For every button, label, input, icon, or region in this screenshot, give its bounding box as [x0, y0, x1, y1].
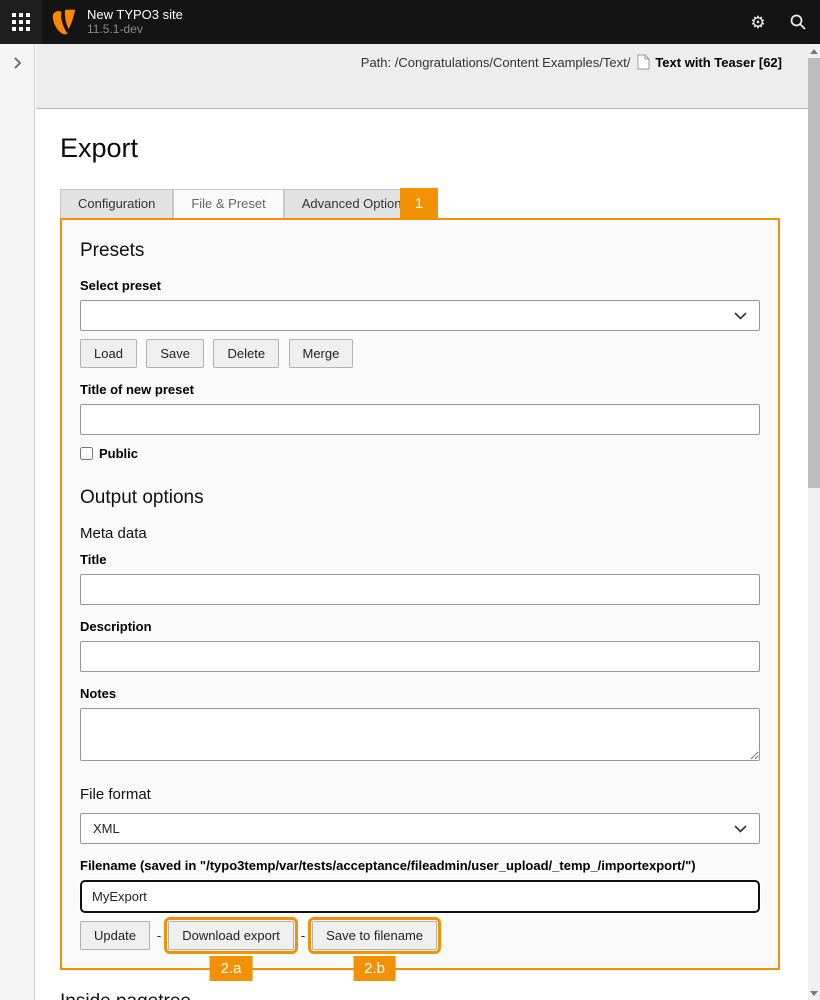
preset-delete-button[interactable]: Delete	[213, 339, 279, 368]
actions-separator: -	[157, 928, 161, 943]
preset-merge-button[interactable]: Merge	[289, 339, 354, 368]
output-options-heading: Output options	[80, 487, 760, 509]
pagetree-collapsed-strip	[0, 44, 35, 1000]
new-preset-title-label: Title of new preset	[80, 382, 760, 397]
breadcrumb-record-title: Text with Teaser [62]	[655, 55, 782, 70]
meta-data-heading: Meta data	[80, 525, 760, 542]
preset-buttons: Load Save Delete Merge	[80, 339, 760, 368]
download-export-button[interactable]: Download export	[168, 921, 294, 950]
page-title: Export	[60, 133, 780, 164]
meta-notes-label: Notes	[80, 686, 760, 701]
public-checkbox-label: Public	[99, 446, 138, 461]
expand-pagetree-button[interactable]	[0, 44, 34, 82]
module-menu-toggle-button[interactable]	[0, 0, 42, 44]
file-preset-panel: Presets Select preset Load Save Delete M…	[60, 218, 780, 970]
triangle-up-icon	[810, 49, 818, 54]
meta-description-input[interactable]	[80, 641, 760, 672]
module-content: Export Configuration File & Preset Advan…	[36, 110, 808, 1000]
select-preset-dropdown[interactable]	[80, 300, 760, 331]
vertical-scrollbar[interactable]	[808, 44, 820, 1000]
download-export-annotated: Download export 2.a	[168, 921, 294, 950]
preset-load-button[interactable]: Load	[80, 339, 137, 368]
apps-grid-icon	[12, 13, 31, 32]
brand-text: New TYPO3 site 11.5.1-dev	[87, 8, 183, 37]
typo3-logo-icon	[52, 9, 76, 35]
save-to-filename-button[interactable]: Save to filename	[312, 921, 437, 950]
meta-notes-textarea[interactable]	[80, 708, 760, 761]
topbar: New TYPO3 site 11.5.1-dev ⚙	[0, 0, 820, 44]
tab-configuration[interactable]: Configuration	[60, 189, 173, 218]
topbar-right: ⚙	[738, 0, 820, 44]
meta-title-label: Title	[80, 552, 760, 567]
breadcrumb: Path: /Congratulations/Content Examples/…	[361, 54, 782, 70]
new-preset-title-input[interactable]	[80, 404, 760, 435]
save-to-filename-annotated: Save to filename 2.b	[312, 921, 437, 950]
public-checkbox[interactable]	[80, 447, 93, 460]
annotation-step-1-badge: 1	[400, 188, 438, 218]
chevron-down-icon	[734, 312, 747, 320]
file-format-dropdown[interactable]: XML	[80, 813, 760, 844]
annotation-step-2a-badge: 2.a	[210, 956, 253, 981]
inside-pagetree-heading: Inside pagetree	[60, 991, 780, 1000]
actions-separator: -	[301, 928, 305, 943]
scrollbar-up-button[interactable]	[808, 44, 820, 58]
typo3-version: 11.5.1-dev	[87, 23, 183, 37]
filename-label: Filename (saved in "/typo3temp/var/tests…	[80, 858, 760, 873]
scrollbar-down-button[interactable]	[808, 986, 820, 1000]
chevron-down-icon	[734, 825, 747, 833]
export-tabs: Configuration File & Preset Advanced Opt…	[60, 189, 780, 218]
meta-title-input[interactable]	[80, 574, 760, 605]
inside-pagetree-section: Inside pagetree Controls Title Message	[60, 991, 780, 1000]
search-icon	[790, 14, 806, 30]
docheader: Path: /Congratulations/Content Examples/…	[36, 44, 808, 109]
scrollbar-thumb[interactable]	[808, 58, 820, 488]
tab-file-preset[interactable]: File & Preset	[173, 189, 283, 218]
triangle-down-icon	[810, 991, 818, 996]
site-name: New TYPO3 site	[87, 8, 183, 23]
update-button[interactable]: Update	[80, 921, 150, 950]
filename-input[interactable]	[80, 880, 760, 913]
chevron-right-icon	[13, 56, 22, 70]
brand[interactable]: New TYPO3 site 11.5.1-dev	[52, 8, 183, 37]
preset-save-button[interactable]: Save	[146, 339, 204, 368]
annotation-step-2b-badge: 2.b	[353, 956, 396, 981]
file-format-value: XML	[93, 821, 120, 836]
file-format-heading: File format	[80, 786, 760, 803]
presets-heading: Presets	[80, 240, 760, 262]
settings-button[interactable]: ⚙	[738, 0, 778, 44]
search-button[interactable]	[778, 0, 818, 44]
meta-description-label: Description	[80, 619, 760, 634]
gear-icon: ⚙	[750, 14, 765, 31]
export-actions: Update - Download export 2.a - Save to f…	[80, 921, 760, 950]
select-preset-label: Select preset	[80, 278, 760, 293]
public-checkbox-row: Public	[80, 446, 760, 461]
breadcrumb-path: Path: /Congratulations/Content Examples/…	[361, 55, 631, 70]
content-record-icon	[637, 54, 650, 70]
